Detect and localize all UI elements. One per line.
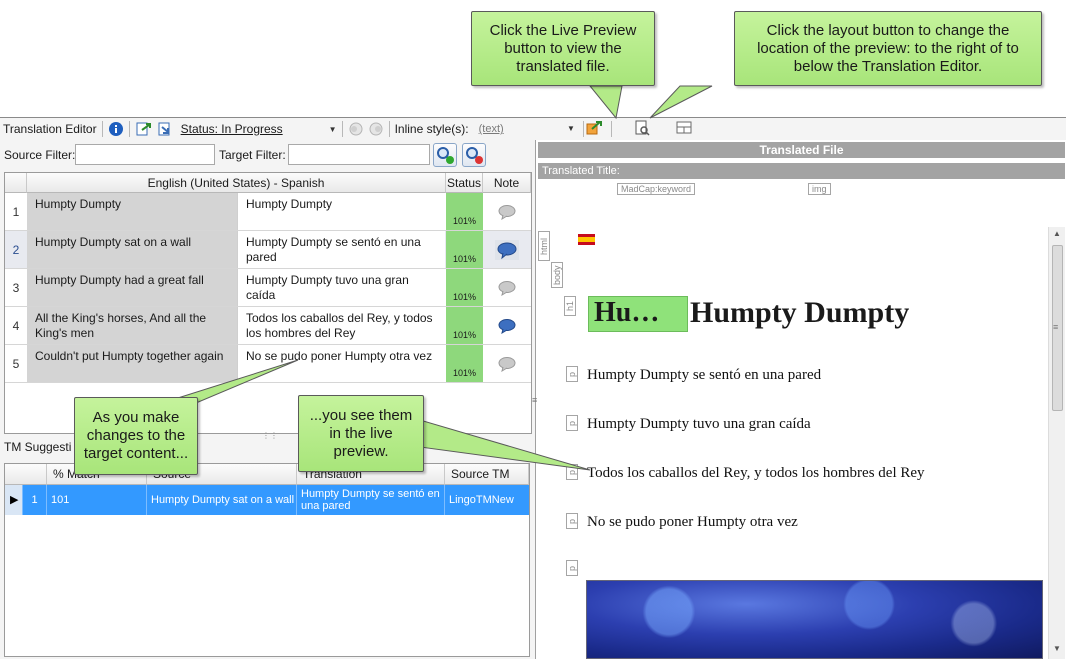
layout-callout: Click the layout button to change the lo… (734, 11, 1042, 86)
see-them-callout: ...you see them in the live preview. (298, 395, 424, 472)
callout-pointers (161, 85, 713, 471)
changes-callout: As you make changes to the target conten… (74, 397, 198, 475)
live-preview-callout: Click the Live Preview button to view th… (471, 11, 655, 86)
